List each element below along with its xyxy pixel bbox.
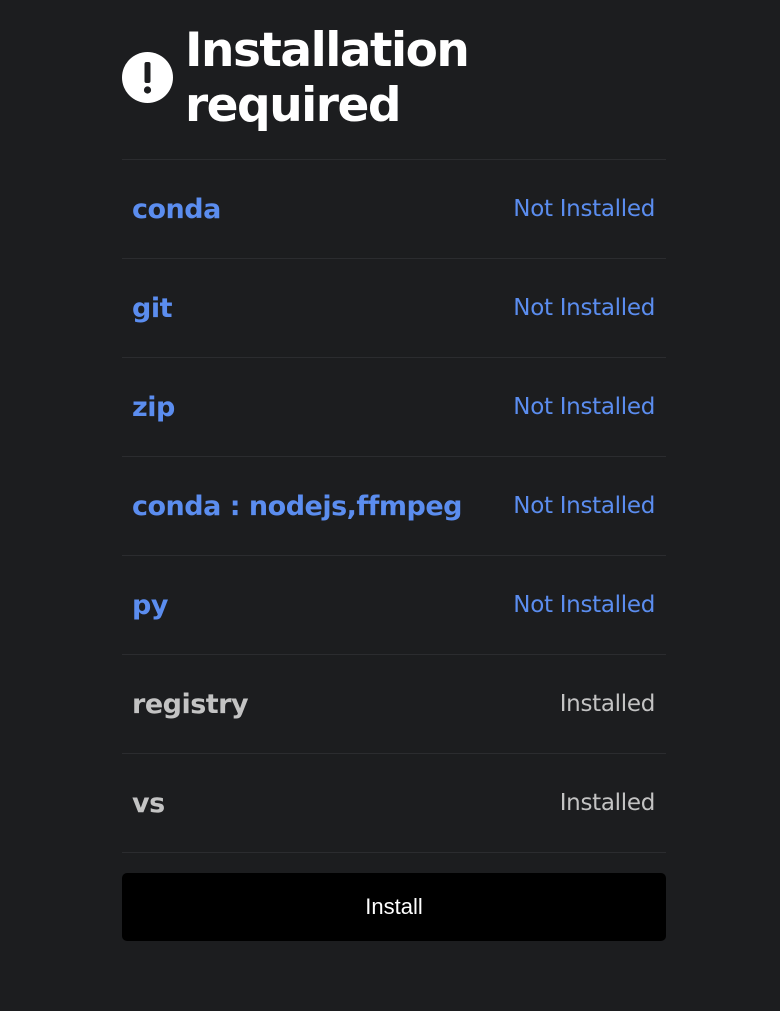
install-button[interactable]: Install [122, 873, 666, 941]
requirement-name: py [132, 589, 168, 621]
requirement-name: registry [132, 688, 249, 720]
requirement-status: Not Installed [513, 196, 655, 222]
requirement-status: Not Installed [513, 493, 655, 519]
requirement-status: Not Installed [513, 394, 655, 420]
list-item: zip Not Installed [122, 358, 666, 457]
list-item: git Not Installed [122, 259, 666, 358]
requirement-name: vs [132, 787, 165, 819]
list-item: conda : nodejs,ffmpeg Not Installed [122, 457, 666, 556]
requirement-status: Installed [559, 691, 656, 717]
list-item: conda Not Installed [122, 160, 666, 259]
exclamation-circle-icon [122, 52, 173, 103]
requirement-status: Not Installed [513, 592, 655, 618]
page-title: Installation required [185, 22, 470, 133]
installation-panel: Installation required conda Not Installe… [122, 0, 666, 941]
requirement-name: zip [132, 391, 175, 423]
requirement-name: conda [132, 193, 221, 225]
requirements-list: conda Not Installed git Not Installed zi… [122, 159, 666, 853]
requirement-name: conda : nodejs,ffmpeg [132, 490, 463, 522]
requirement-name: git [132, 292, 173, 324]
requirement-status: Installed [559, 790, 656, 816]
header: Installation required [122, 0, 666, 159]
list-item: vs Installed [122, 754, 666, 853]
list-item: py Not Installed [122, 556, 666, 655]
list-item: registry Installed [122, 655, 666, 754]
requirement-status: Not Installed [513, 295, 655, 321]
